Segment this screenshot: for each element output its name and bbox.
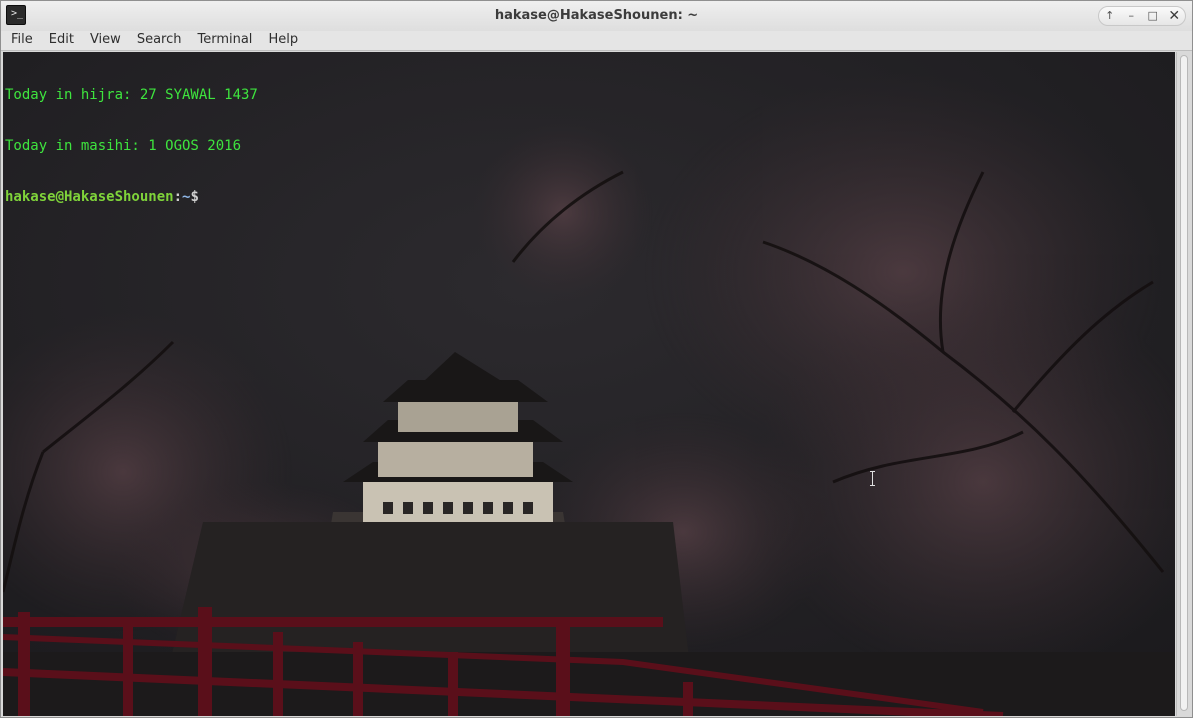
menu-terminal[interactable]: Terminal [191,31,258,51]
prompt-symbol: $ [190,189,199,205]
prompt-colon: : [173,189,183,205]
ibeam-cursor-icon [870,471,875,486]
menu-bar: File Edit View Search Terminal Help [1,31,1192,51]
output-line-masihi: Today in masihi: 1 OGOS 2016 [5,138,242,154]
menu-search[interactable]: Search [131,31,188,51]
title-bar[interactable]: >_ hakase@HakaseShounen: ~ ↑ – □ ✕ [1,1,1192,32]
window-controls: ↑ – □ ✕ [1098,6,1186,26]
menu-help[interactable]: Help [262,31,304,51]
menu-edit[interactable]: Edit [43,31,80,51]
scrollbar-thumb[interactable] [1180,55,1188,711]
minimize-icon[interactable]: – [1121,7,1143,25]
terminal-window: >_ hakase@HakaseShounen: ~ ↑ – □ ✕ File … [0,0,1193,718]
terminal-output-area[interactable]: Today in hijra: 27 SYAWAL 1437 Today in … [3,52,1175,716]
menu-file[interactable]: File [5,31,39,51]
prompt-user-host: hakase@HakaseShounen [5,189,174,205]
shell-prompt[interactable]: hakase@HakaseShounen:~$ [5,189,258,206]
up-arrow-icon[interactable]: ↑ [1099,7,1121,25]
window-title: hakase@HakaseShounen: ~ [494,8,699,23]
vertical-scrollbar[interactable] [1176,52,1191,716]
output-line-hijra: Today in hijra: 27 SYAWAL 1437 [5,87,258,103]
close-icon[interactable]: ✕ [1164,7,1186,25]
terminal-text: Today in hijra: 27 SYAWAL 1437 Today in … [5,53,258,240]
menu-view[interactable]: View [84,31,127,51]
maximize-icon[interactable]: □ [1142,7,1164,25]
